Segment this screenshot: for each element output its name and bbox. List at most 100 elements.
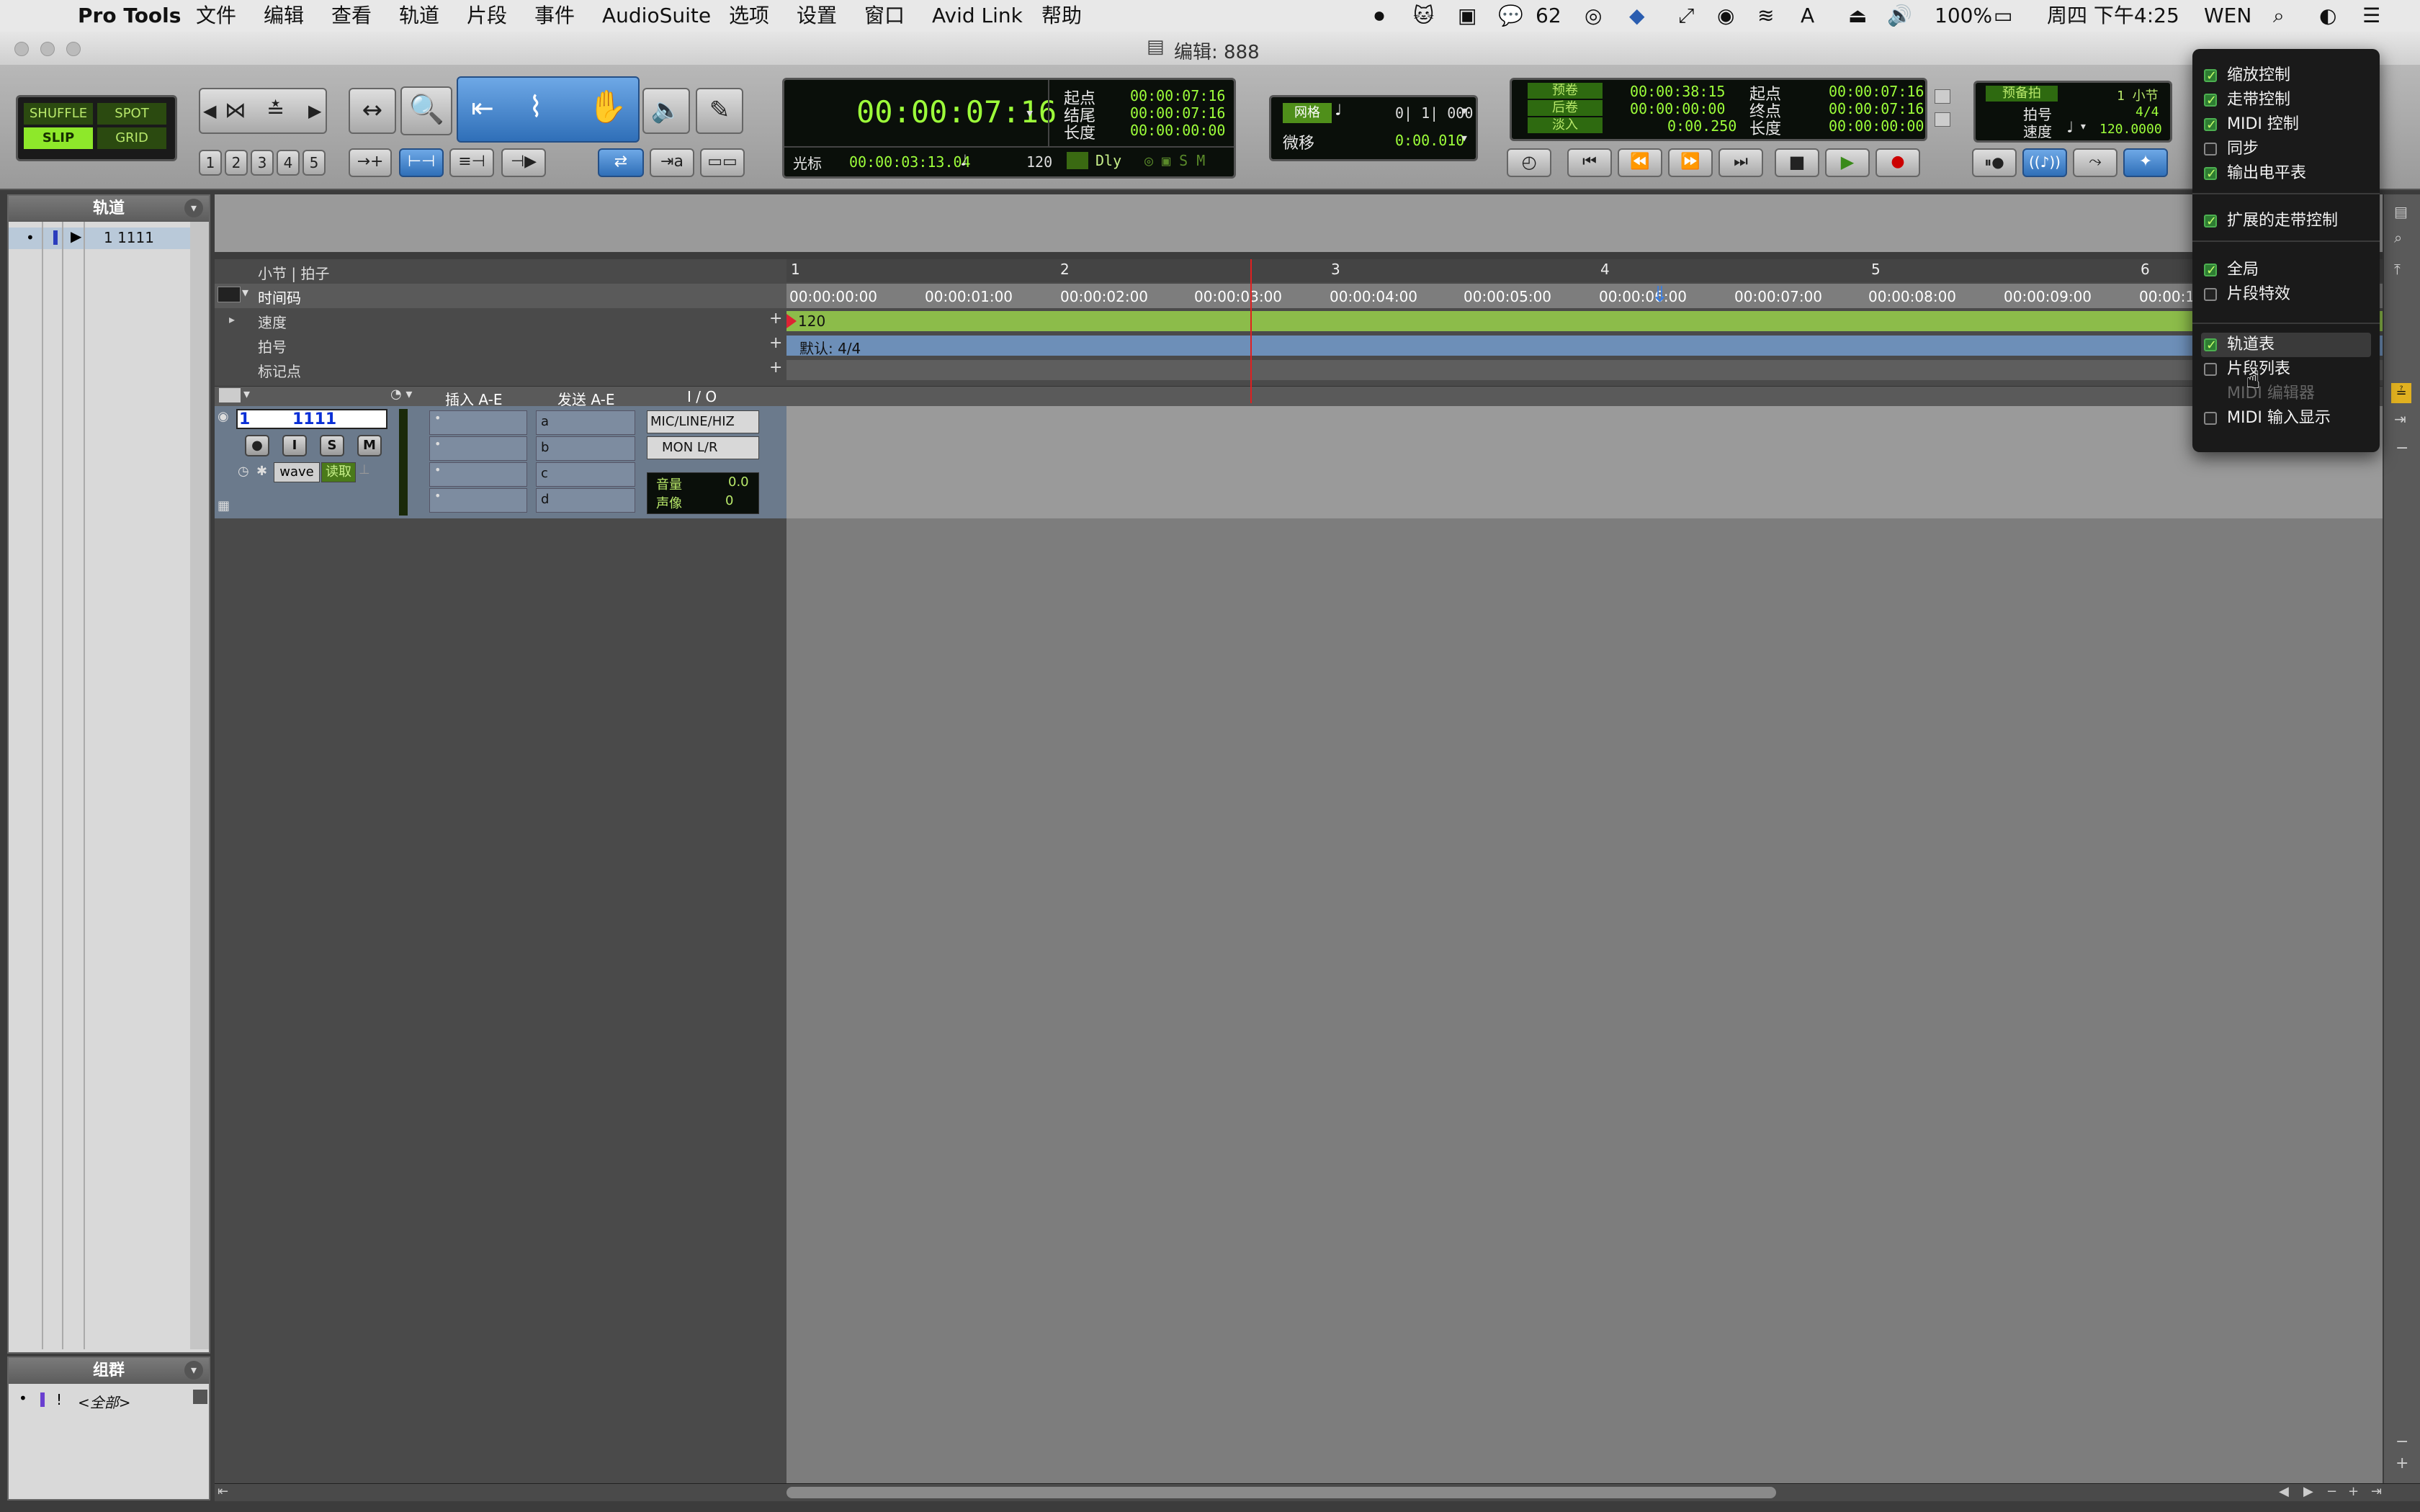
ruler-view-selector-icon[interactable] bbox=[218, 287, 241, 302]
scroll-left-icon[interactable]: ◀ bbox=[2279, 1484, 2289, 1499]
side-scroll-top-icon[interactable]: ⤒ bbox=[2394, 261, 2401, 278]
record-status-icon[interactable]: ⏺ bbox=[1374, 0, 1384, 32]
menu-item-clip-effects[interactable]: 片段特效 bbox=[2201, 282, 2371, 307]
expand-transport-icon[interactable] bbox=[1935, 89, 1950, 104]
tempo-ruler-expand-icon[interactable]: ▸ bbox=[229, 312, 235, 326]
go-to-end-icon[interactable]: ⏭ bbox=[1718, 148, 1763, 177]
track-options-icon[interactable]: ✱ bbox=[256, 464, 267, 479]
insert-slot-a[interactable]: • bbox=[429, 410, 527, 435]
collapse-transport-icon[interactable] bbox=[1935, 112, 1950, 127]
menu-edit[interactable]: 编辑 bbox=[264, 0, 304, 32]
track-select-icon[interactable]: ◉ bbox=[218, 409, 229, 424]
side-collapse-icon[interactable]: − bbox=[2396, 1433, 2408, 1451]
clip-effects-checkbox[interactable] bbox=[2204, 288, 2217, 301]
menu-item-transport[interactable]: 走带控制 bbox=[2201, 88, 2371, 113]
main-counter-dropdown-icon[interactable]: ▾ bbox=[1025, 104, 1034, 122]
scroll-to-end-icon[interactable]: ⇥ bbox=[2371, 1484, 2382, 1499]
close-window-button[interactable] bbox=[14, 42, 29, 56]
postroll-value[interactable]: 00:00:00:00 bbox=[1630, 100, 1725, 117]
dly-label[interactable]: Dly bbox=[1095, 152, 1121, 169]
send-slot-c[interactable]: c bbox=[536, 462, 635, 487]
office-app-icon[interactable]: ▣ bbox=[1458, 0, 1476, 32]
track-view-selector[interactable]: wave bbox=[274, 462, 320, 482]
ruler-menu-icon[interactable]: ▾ bbox=[242, 285, 248, 300]
tracks-list-checkbox[interactable] bbox=[2204, 333, 2217, 358]
group-active-icon[interactable]: • bbox=[19, 1390, 27, 1407]
menu-item-midi-controls[interactable]: MIDI 控制 bbox=[2201, 112, 2371, 138]
menu-window[interactable]: 窗口 bbox=[864, 0, 905, 32]
zoom-preset-5[interactable]: 5 bbox=[302, 150, 326, 176]
menu-setup[interactable]: 设置 bbox=[797, 0, 837, 32]
wechat-icon[interactable]: 💬 bbox=[1498, 0, 1523, 32]
volume-value[interactable]: 0.0 bbox=[728, 474, 749, 490]
zoom-controls-checkbox[interactable] bbox=[2204, 64, 2217, 89]
menu-item-sync[interactable]: 同步 bbox=[2201, 137, 2371, 161]
track-menu-icon[interactable]: ◔ ▾ bbox=[390, 387, 412, 402]
spotlight-icon[interactable]: ⌕ bbox=[2273, 0, 2285, 32]
link-track-edit-icon[interactable]: ≡⊣ bbox=[449, 148, 494, 177]
menu-item-zoom-controls[interactable]: 缩放控制 bbox=[2201, 63, 2371, 89]
output-selector[interactable]: MON L/R bbox=[647, 436, 759, 459]
preroll-value[interactable]: 00:00:38:15 bbox=[1630, 83, 1725, 100]
tempo-event-icon[interactable] bbox=[786, 314, 797, 328]
track-play-icon[interactable]: ▶ bbox=[71, 228, 81, 245]
tempo-ruler[interactable]: ▸ 速度 + 120 bbox=[215, 308, 2383, 333]
slip-mode-button[interactable]: SLIP bbox=[24, 127, 93, 149]
menu-audiosuite[interactable]: AudioSuite bbox=[602, 0, 711, 32]
meter-add-icon[interactable]: + bbox=[769, 334, 782, 352]
edit-window-view-icon[interactable] bbox=[219, 388, 241, 402]
resize-icon[interactable]: ⤢ bbox=[1678, 0, 1694, 32]
metronome-icon[interactable]: ((♪)) bbox=[2022, 148, 2067, 177]
conductor-track-icon[interactable]: ✦ bbox=[2123, 148, 2168, 177]
zoom-in-h-icon[interactable]: + bbox=[2348, 1484, 2359, 1499]
output-meters-checkbox[interactable] bbox=[2204, 162, 2217, 186]
fadein-value[interactable]: 0:00.250 bbox=[1667, 117, 1736, 135]
preroll-label[interactable]: 预卷 bbox=[1528, 83, 1603, 99]
menu-avid-link[interactable]: Avid Link bbox=[932, 0, 1023, 32]
zoomer-mode-icon[interactable]: ↔ bbox=[349, 88, 396, 134]
minimize-window-button[interactable] bbox=[40, 42, 55, 56]
grid-dropdown-icon[interactable]: ▾ bbox=[1460, 102, 1469, 119]
track-name[interactable]: 1111 bbox=[292, 410, 336, 428]
input-monitor-button[interactable]: I bbox=[282, 435, 307, 456]
selector-tool-icon[interactable]: ⌇ bbox=[529, 91, 543, 124]
menu-file[interactable]: 文件 bbox=[196, 0, 236, 32]
tab-to-transient-icon[interactable]: →+ bbox=[349, 148, 392, 177]
record-enable-button[interactable]: ● bbox=[245, 435, 269, 456]
empty-edit-area[interactable] bbox=[786, 518, 2383, 1483]
stop-icon[interactable]: ■ bbox=[1775, 148, 1819, 177]
meter-marker[interactable]: 默认: 4/4 bbox=[799, 337, 861, 358]
clips-list-checkbox[interactable] bbox=[2204, 363, 2217, 376]
side-list-icon[interactable]: ▤ bbox=[2394, 203, 2408, 220]
menu-item-expanded-transport[interactable]: 扩展的走带控制 bbox=[2201, 209, 2371, 234]
menu-item-midi-input-display[interactable]: MIDI 输入显示 bbox=[2201, 406, 2371, 431]
scrubber-tool-icon[interactable]: 🔈 bbox=[642, 88, 690, 134]
send-slot-a[interactable]: a bbox=[536, 410, 635, 435]
siri-icon[interactable]: ◐ bbox=[2319, 0, 2336, 32]
audio-zoom-icon[interactable]: ⋈ bbox=[225, 98, 246, 123]
menu-item-output-meters[interactable]: 输出电平表 bbox=[2201, 161, 2371, 186]
cat-app-icon[interactable]: 🐱 bbox=[1413, 0, 1434, 32]
midi-zoom-icon[interactable]: ≛ bbox=[266, 98, 284, 123]
menu-item-global[interactable]: 全局 bbox=[2201, 258, 2371, 283]
spot-mode-button[interactable]: SPOT bbox=[97, 103, 166, 125]
tempo-dropdown-icon[interactable]: ▾ bbox=[2079, 119, 2087, 134]
timecode-ruler[interactable]: ▾ 时间码 00:00:00:00 00:00:01:00 00:00:02:0… bbox=[215, 282, 2383, 308]
send-slot-b[interactable]: b bbox=[536, 436, 635, 461]
audio-driver-icon[interactable]: ◆ bbox=[1629, 0, 1645, 32]
tempo-value[interactable]: 120.0000 bbox=[2099, 122, 2162, 137]
track-lock-icon[interactable]: ⊥ bbox=[359, 462, 370, 477]
window-config-icon[interactable]: ▭▭ bbox=[700, 148, 745, 177]
input-method-icon[interactable]: A bbox=[1801, 0, 1814, 32]
side-expand-icon[interactable]: + bbox=[2396, 1454, 2408, 1472]
tracks-list-scrollbar[interactable] bbox=[190, 222, 209, 1349]
meter-ruler[interactable]: 拍号 + 默认: 4/4 bbox=[215, 333, 2383, 357]
menu-clip[interactable]: 片段 bbox=[467, 0, 507, 32]
postroll-label[interactable]: 后卷 bbox=[1528, 100, 1603, 116]
fadein-label[interactable]: 淡入 bbox=[1528, 117, 1603, 133]
transport-checkbox[interactable] bbox=[2204, 89, 2217, 113]
app-menu[interactable]: Pro Tools bbox=[78, 0, 181, 32]
countoff-label[interactable]: 预备拍 bbox=[1986, 86, 2058, 102]
track-playlist[interactable] bbox=[786, 406, 2383, 518]
transport-end-value[interactable]: 00:00:07:16 bbox=[1829, 100, 1924, 117]
